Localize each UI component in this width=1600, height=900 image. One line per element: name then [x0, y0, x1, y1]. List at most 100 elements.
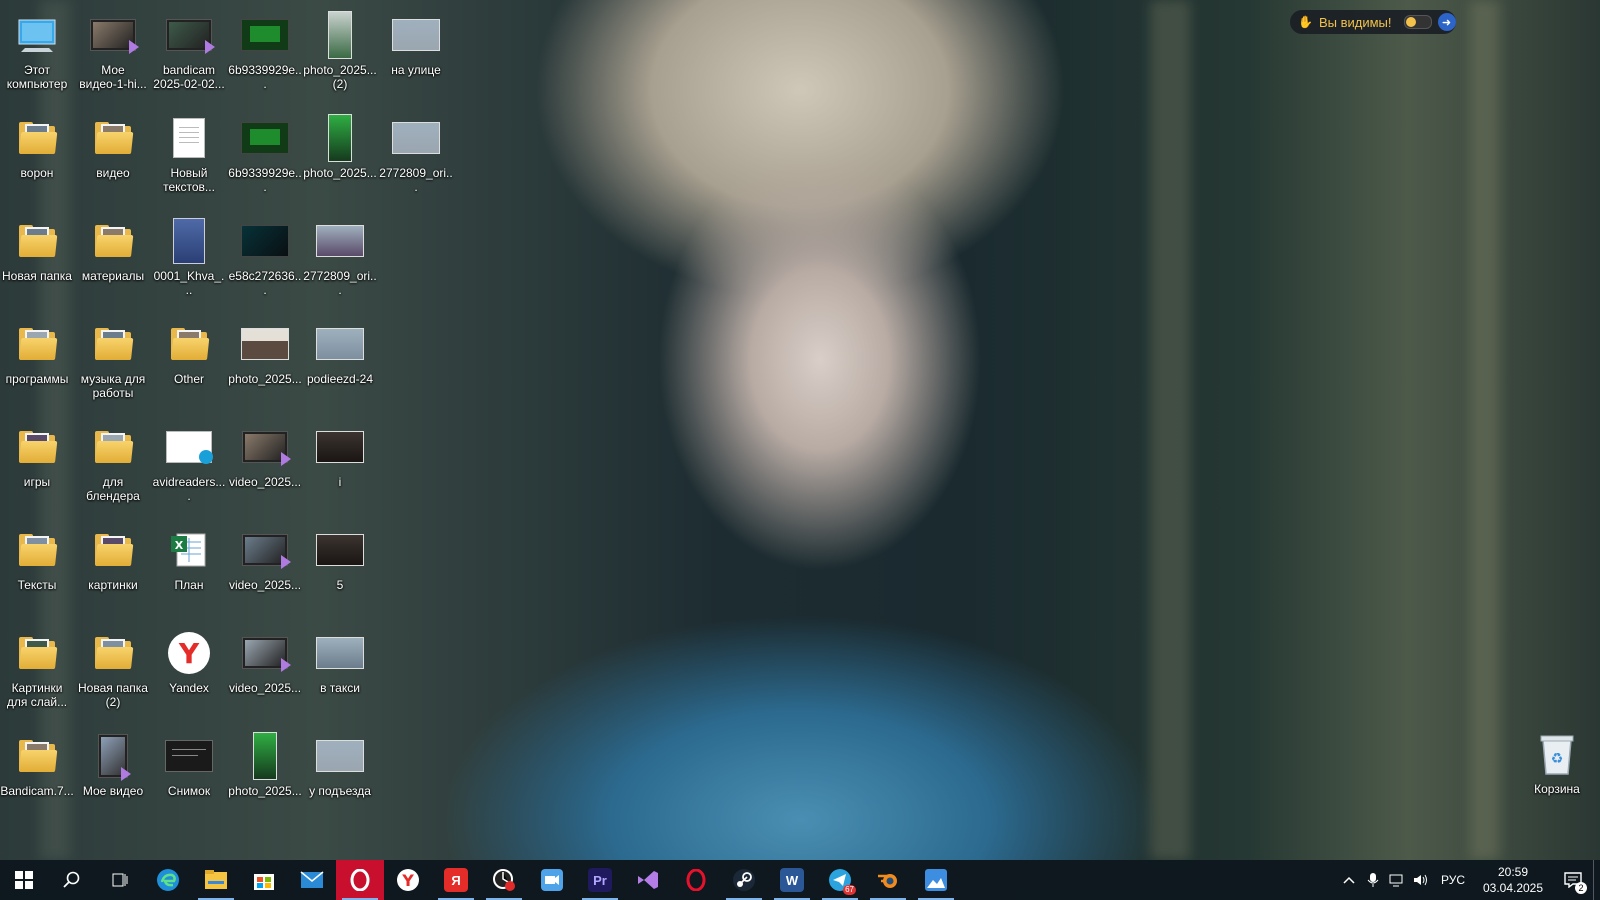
opera-icon — [684, 868, 708, 892]
desktop-icon[interactable]: photo_2025... (2) — [303, 7, 377, 103]
desktop-icon[interactable]: video_2025... — [228, 522, 302, 618]
desktop-icon-label: 6b9339929e... — [228, 166, 302, 194]
desktop-icon-label: Мое видео — [82, 784, 144, 798]
desktop-icon[interactable]: 2772809_ori... — [379, 110, 453, 206]
desktop-icon[interactable]: photo_2025... — [228, 316, 302, 412]
taskbar-button-mail[interactable] — [288, 860, 336, 900]
taskbar-button-visual-studio[interactable] — [624, 860, 672, 900]
taskbar-button-premiere-pro[interactable]: Pr — [576, 860, 624, 900]
desktop-icon[interactable]: для блендера — [76, 419, 150, 515]
desktop-icon-image — [89, 114, 137, 162]
desktop-icon[interactable]: 5 — [303, 522, 377, 618]
desktop-icon[interactable]: photo_2025... — [228, 728, 302, 824]
desktop-icon[interactable]: Мое видео — [76, 728, 150, 824]
desktop-icon-image — [316, 732, 364, 780]
desktop-icon[interactable]: Bandicam.7... — [0, 728, 74, 824]
taskbar-button-zoom[interactable] — [528, 860, 576, 900]
desktop-icon-image — [13, 629, 61, 677]
desktop-icon[interactable]: Этот компьютер — [0, 7, 74, 103]
taskbar-button-blender[interactable] — [864, 860, 912, 900]
taskbar-button-microsoft-store[interactable] — [240, 860, 288, 900]
desktop-icon[interactable]: photo_2025... — [303, 110, 377, 206]
show-desktop-button[interactable] — [1593, 860, 1600, 900]
network-icon[interactable] — [1385, 860, 1409, 900]
desktop-icon[interactable]: bandicam 2025-02-02... — [152, 7, 226, 103]
desktop-icon[interactable]: программы — [0, 316, 74, 412]
taskbar-button-windows-start[interactable] — [0, 860, 48, 900]
taskbar-button-edge[interactable] — [144, 860, 192, 900]
desktop-icon-label: на улице — [391, 63, 441, 77]
visibility-widget[interactable]: ✋ Вы видимы! ➜ — [1290, 10, 1456, 34]
desktop-icon[interactable]: avidreaders.... — [152, 419, 226, 515]
desktop-icon[interactable]: i — [303, 419, 377, 515]
arrow-right-icon[interactable]: ➜ — [1437, 13, 1456, 31]
desktop-icon[interactable]: у подъезда — [303, 728, 377, 824]
desktop-icon[interactable]: Снимок — [152, 728, 226, 824]
desktop-icon-image: Y — [165, 629, 213, 677]
desktop-icon-image — [241, 217, 289, 265]
taskbar-button-photos[interactable] — [912, 860, 960, 900]
desktop-icon-image — [241, 423, 291, 471]
chevron-up-icon[interactable] — [1337, 860, 1361, 900]
desktop-icon-label: ворон — [20, 166, 54, 180]
notification-center-button[interactable]: 2 — [1553, 860, 1593, 900]
desktop-icon[interactable]: Мое видео-1-hi... — [76, 7, 150, 103]
desktop-icon-image — [165, 320, 213, 368]
notification-count: 2 — [1575, 882, 1587, 894]
desktop-icon[interactable]: 0001_Khva_... — [152, 213, 226, 309]
desktop-icon[interactable]: ворон — [0, 110, 74, 206]
desktop-icon[interactable]: Картинки для слай... — [0, 625, 74, 721]
desktop-icon[interactable]: видео — [76, 110, 150, 206]
desktop-icon-image — [13, 114, 61, 162]
desktop-icon-label: photo_2025... — [228, 372, 302, 386]
volume-icon[interactable] — [1409, 860, 1433, 900]
recycle-bin[interactable]: ♻ Корзина — [1520, 726, 1594, 822]
taskbar-button-steam[interactable] — [720, 860, 768, 900]
taskbar-button-telegram[interactable]: 67 — [816, 860, 864, 900]
desktop-icon[interactable]: X План — [152, 522, 226, 618]
taskbar-button-yandex-browser[interactable]: Y — [384, 860, 432, 900]
taskbar-button-search[interactable] — [48, 860, 96, 900]
taskbar-button-yandex[interactable]: Я — [432, 860, 480, 900]
taskbar-button-bandicam[interactable] — [480, 860, 528, 900]
desktop-icon[interactable]: музыка для работы — [76, 316, 150, 412]
language-indicator[interactable]: РУС — [1433, 860, 1473, 900]
desktop-icon[interactable]: Other — [152, 316, 226, 412]
word-icon: W — [780, 868, 804, 892]
visibility-toggle[interactable] — [1403, 15, 1432, 29]
desktop-icon-image — [89, 423, 137, 471]
desktop-icon[interactable]: 2772809_ori... — [303, 213, 377, 309]
taskbar-button-opera-gx[interactable] — [336, 860, 384, 900]
desktop-icon[interactable]: Новая папка — [0, 213, 74, 309]
taskbar-button-word[interactable]: W — [768, 860, 816, 900]
desktop-icon-image — [13, 732, 61, 780]
desktop-icon-image — [13, 11, 61, 59]
desktop-icon[interactable]: в такси — [303, 625, 377, 721]
desktop-icon[interactable]: video_2025... — [228, 625, 302, 721]
microphone-icon[interactable] — [1361, 860, 1385, 900]
desktop-icon-label: photo_2025... — [303, 166, 377, 180]
desktop-icon[interactable]: картинки — [76, 522, 150, 618]
desktop-icon-image — [13, 423, 61, 471]
desktop-icon-label: video_2025... — [228, 475, 302, 489]
search-icon — [60, 868, 84, 892]
desktop-icon[interactable]: Y Yandex — [152, 625, 226, 721]
blender-icon — [876, 868, 900, 892]
taskbar-button-task-view[interactable] — [96, 860, 144, 900]
clock[interactable]: 20:59 03.04.2025 — [1473, 864, 1553, 896]
desktop-icon[interactable]: Новый текстов... — [152, 110, 226, 206]
windows-start-icon — [12, 868, 36, 892]
desktop-icon[interactable]: e58c272636... — [228, 213, 302, 309]
recycle-bin-label: Корзина — [1534, 782, 1580, 796]
taskbar-button-file-explorer[interactable] — [192, 860, 240, 900]
desktop-icon[interactable]: 6b9339929e... — [228, 7, 302, 103]
desktop-icon[interactable]: Новая папка (2) — [76, 625, 150, 721]
desktop-icon[interactable]: podieezd-24 — [303, 316, 377, 412]
desktop-icon[interactable]: Тексты — [0, 522, 74, 618]
desktop-icon[interactable]: на улице — [379, 7, 453, 103]
taskbar-button-opera[interactable] — [672, 860, 720, 900]
desktop-icon[interactable]: 6b9339929e... — [228, 110, 302, 206]
desktop-icon[interactable]: игры — [0, 419, 74, 515]
desktop-icon[interactable]: материалы — [76, 213, 150, 309]
desktop-icon[interactable]: video_2025... — [228, 419, 302, 515]
